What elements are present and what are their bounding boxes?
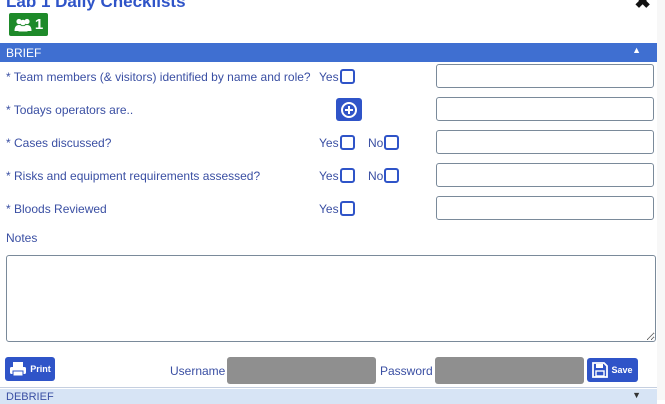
risks-field[interactable]	[436, 163, 654, 187]
save-label: Save	[611, 365, 633, 375]
yes-label: Yes	[319, 135, 339, 150]
question-label: * Todays operators are..	[6, 103, 134, 117]
users-icon	[14, 18, 32, 31]
yes-option[interactable]: Yes	[319, 69, 355, 84]
question-row-cases: * Cases discussed? Yes No	[0, 130, 657, 156]
password-input[interactable]	[435, 357, 584, 384]
password-label: Password	[380, 364, 433, 378]
users-count-badge[interactable]: 1	[9, 13, 48, 36]
yes-label: Yes	[319, 69, 339, 84]
question-row-team-members: * Team members (& visitors) identified b…	[0, 64, 657, 90]
save-button[interactable]: Save	[587, 358, 638, 382]
username-label: Username	[170, 364, 226, 378]
yes-option[interactable]: Yes	[319, 135, 355, 150]
team-members-field[interactable]	[436, 64, 654, 88]
dialog-title: Lab 1 Daily Checklists	[6, 0, 186, 11]
question-label: * Team members (& visitors) identified b…	[6, 70, 311, 84]
no-label: No	[368, 135, 384, 150]
question-row-operators: * Todays operators are..	[0, 97, 657, 123]
notes-label: Notes	[6, 231, 38, 245]
caret-up-icon[interactable]: ▲	[632, 45, 641, 55]
scrollbar-track[interactable]	[657, 0, 665, 400]
cases-field[interactable]	[436, 130, 654, 154]
footer-divider	[0, 387, 657, 388]
no-label: No	[368, 168, 384, 183]
no-checkbox[interactable]	[384, 168, 400, 183]
bloods-field[interactable]	[436, 196, 654, 220]
yes-label: Yes	[319, 201, 339, 216]
floppy-disk-icon	[592, 362, 609, 378]
question-row-bloods: * Bloods Reviewed Yes	[0, 196, 657, 222]
brief-section-header[interactable]: BRIEF ▲	[0, 43, 657, 62]
print-button[interactable]: Print	[5, 357, 55, 381]
yes-label: Yes	[319, 168, 339, 183]
no-option[interactable]: No	[368, 168, 400, 183]
caret-down-icon[interactable]: ▼	[632, 390, 641, 400]
question-label: * Risks and equipment requirements asses…	[6, 169, 261, 183]
no-checkbox[interactable]	[384, 135, 400, 150]
yes-checkbox[interactable]	[339, 135, 355, 150]
question-label: * Cases discussed?	[6, 136, 112, 150]
yes-option[interactable]: Yes	[319, 168, 355, 183]
close-icon[interactable]: ✖	[634, 0, 651, 12]
username-input[interactable]	[227, 357, 376, 384]
yes-checkbox[interactable]	[339, 69, 355, 84]
debrief-header-label: DEBRIEF	[6, 390, 54, 403]
printer-icon	[10, 362, 27, 377]
add-operator-button[interactable]	[336, 98, 362, 121]
debrief-section-header[interactable]: DEBRIEF ▼	[0, 389, 657, 404]
yes-checkbox[interactable]	[339, 201, 355, 216]
question-row-risks: * Risks and equipment requirements asses…	[0, 163, 657, 189]
plus-circle-icon	[341, 101, 357, 118]
brief-header-label: BRIEF	[6, 45, 42, 60]
users-count: 1	[34, 16, 44, 33]
yes-checkbox[interactable]	[339, 168, 355, 183]
no-option[interactable]: No	[368, 135, 400, 150]
question-label: * Bloods Reviewed	[6, 202, 107, 216]
print-label: Print	[30, 364, 51, 374]
yes-option[interactable]: Yes	[319, 201, 355, 216]
operators-field[interactable]	[436, 97, 654, 121]
notes-textarea[interactable]	[6, 255, 656, 342]
